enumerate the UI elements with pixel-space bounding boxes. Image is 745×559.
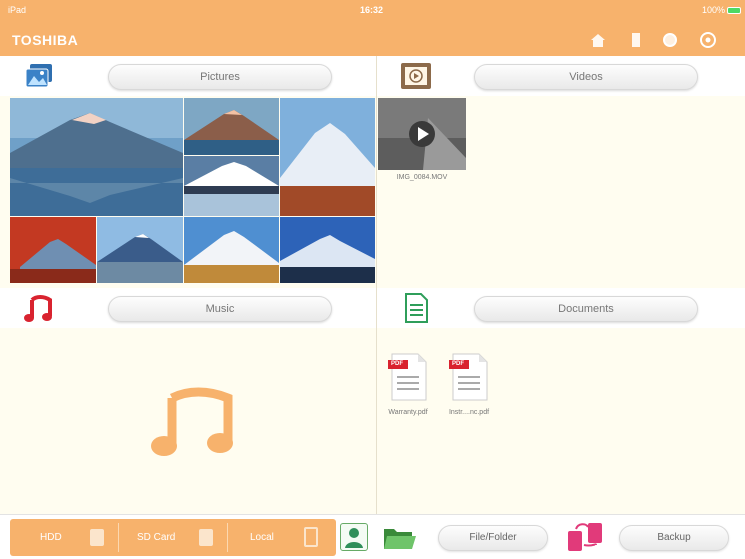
documents-pane: Documents PDF Warranty.pdf PDF Instr....…	[377, 288, 745, 514]
pictures-icon	[22, 60, 56, 92]
music-note-icon	[22, 292, 56, 324]
video-name: IMG_0084.MOV	[396, 174, 448, 181]
user-button[interactable]	[340, 523, 368, 551]
pdf-badge: PDF	[452, 361, 464, 367]
pane-divider	[376, 56, 377, 514]
document-item[interactable]: PDF Warranty.pdf	[380, 352, 436, 416]
videos-pane: Videos IMG_0084.MOV	[377, 56, 745, 288]
backup-button[interactable]: Backup	[619, 525, 729, 551]
refresh-icon[interactable]	[661, 31, 679, 49]
videos-list: IMG_0084.MOV	[377, 96, 745, 288]
picture-thumbnail[interactable]	[184, 217, 279, 283]
picture-thumbnail[interactable]	[184, 98, 279, 155]
videos-header: Videos	[377, 56, 745, 96]
tab-hdd[interactable]: HDD	[10, 519, 118, 556]
backup-icon	[566, 521, 606, 555]
tab-sd-card[interactable]: SD Card	[119, 519, 227, 556]
tab-label: Local	[250, 532, 274, 543]
app-header: TOSHIBA	[0, 22, 745, 56]
pdf-badge: PDF	[391, 361, 403, 367]
folder-icon	[382, 523, 418, 553]
bottom-toolbar: HDD SD Card Local File/Folder Backup	[0, 514, 745, 559]
picture-thumbnail[interactable]	[280, 217, 375, 283]
sd-card-icon	[199, 529, 213, 546]
picture-thumbnail[interactable]	[184, 156, 279, 216]
sd-card-icon[interactable]	[627, 31, 645, 49]
document-name: Instr....nc.pdf	[448, 409, 490, 416]
picture-thumbnail[interactable]	[10, 217, 96, 283]
storage-tabs: HDD SD Card Local	[10, 519, 336, 556]
carrier-label: iPad	[8, 5, 27, 15]
documents-header: Documents	[377, 288, 745, 328]
status-bar: iPad 16:32 100%	[0, 0, 745, 22]
music-button[interactable]: Music	[108, 296, 332, 322]
music-pane: Music	[0, 288, 376, 514]
tab-label: SD Card	[137, 532, 176, 543]
hdd-icon	[90, 529, 104, 546]
pictures-header: Pictures	[0, 56, 376, 96]
document-name: Warranty.pdf	[388, 409, 428, 416]
settings-icon[interactable]	[699, 31, 717, 49]
pdf-file-icon	[449, 353, 488, 401]
phone-icon	[304, 527, 318, 547]
app-title: TOSHIBA	[12, 32, 79, 48]
tab-local[interactable]: Local	[228, 519, 336, 556]
battery-icon	[727, 7, 741, 14]
pictures-pane: Pictures	[0, 56, 376, 288]
music-header: Music	[0, 288, 376, 328]
user-icon	[345, 528, 363, 548]
music-placeholder-icon	[148, 380, 238, 460]
film-icon	[399, 60, 433, 92]
pdf-file-icon	[388, 353, 427, 401]
picture-thumbnail[interactable]	[280, 98, 375, 216]
file-folder-button[interactable]: File/Folder	[438, 525, 548, 551]
tab-label: HDD	[40, 532, 62, 543]
document-item[interactable]: PDF Instr....nc.pdf	[441, 352, 497, 416]
clock: 16:32	[360, 5, 384, 15]
home-icon[interactable]	[589, 31, 607, 49]
picture-thumbnail[interactable]	[97, 217, 183, 283]
document-icon	[399, 292, 433, 324]
pictures-grid	[0, 96, 376, 288]
pictures-button[interactable]: Pictures	[108, 64, 332, 90]
videos-button[interactable]: Videos	[474, 64, 698, 90]
music-empty-area	[0, 328, 376, 514]
documents-button[interactable]: Documents	[474, 296, 698, 322]
picture-thumbnail[interactable]	[10, 98, 183, 216]
documents-list: PDF Warranty.pdf PDF Instr....nc.pdf	[377, 328, 745, 514]
video-thumbnail[interactable]	[378, 98, 466, 170]
battery-percent: 100%	[701, 5, 725, 15]
